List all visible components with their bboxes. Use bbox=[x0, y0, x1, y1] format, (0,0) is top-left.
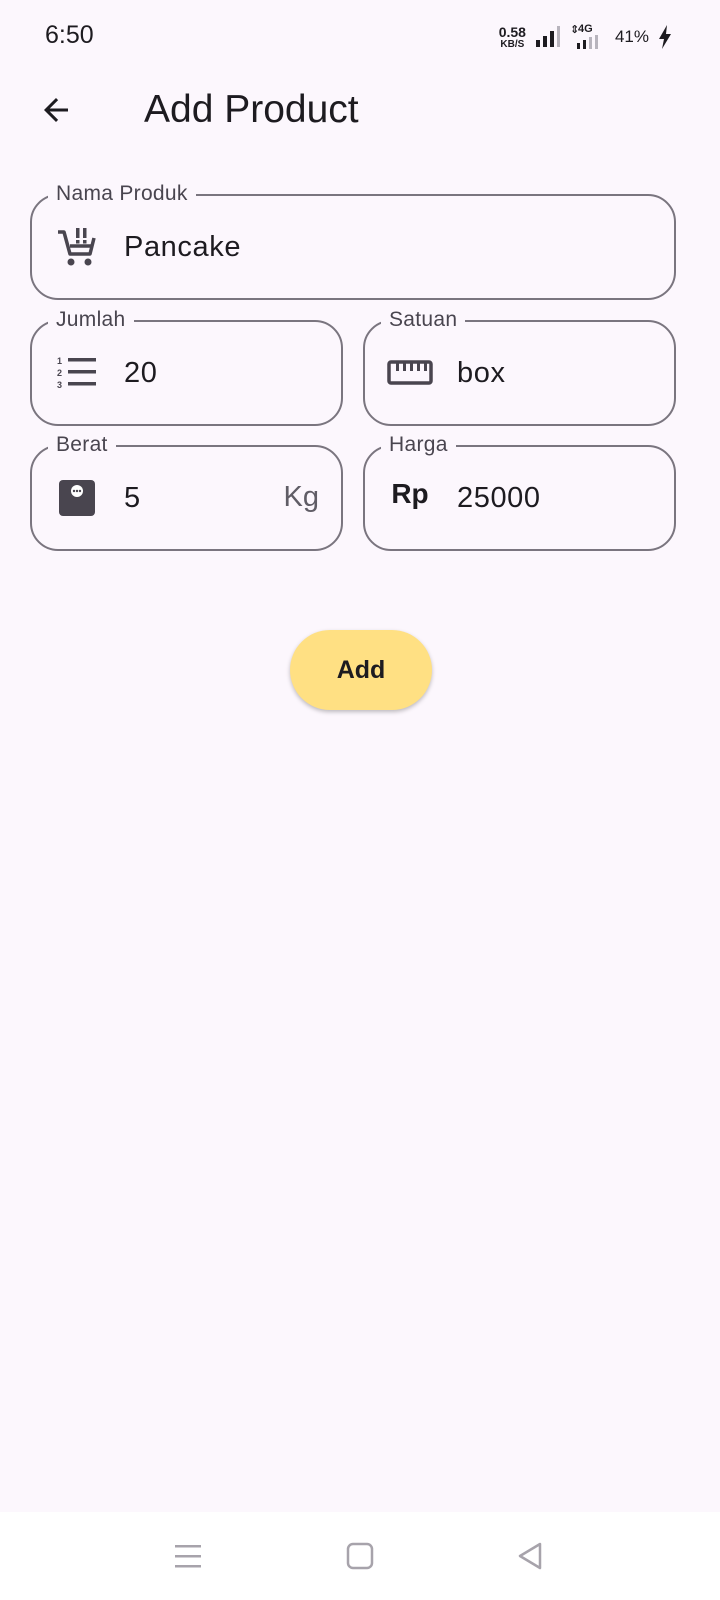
berat-input[interactable] bbox=[124, 447, 261, 549]
back-button[interactable] bbox=[30, 84, 82, 136]
menu-icon bbox=[175, 1545, 201, 1568]
arrow-back-icon bbox=[44, 98, 68, 122]
berat-unit-suffix: Kg bbox=[283, 481, 319, 513]
add-button[interactable]: Add bbox=[290, 630, 432, 710]
network-speed: 0.58 KB/S bbox=[499, 25, 526, 50]
numbered-list-icon: 1 2 3 bbox=[54, 350, 100, 396]
home-square-icon bbox=[346, 1542, 374, 1570]
battery-percent: 41% bbox=[614, 27, 649, 46]
status-icons: 0.58 KB/S ⇕ 4G 41% bbox=[499, 22, 672, 52]
harga-label: Harga bbox=[381, 431, 456, 459]
rupiah-prefix: Rp bbox=[391, 478, 429, 509]
jumlah-field[interactable]: Jumlah 1 2 3 bbox=[30, 306, 343, 426]
scale-icon bbox=[54, 475, 100, 521]
svg-text:2: 2 bbox=[57, 368, 62, 378]
network-speed-unit: KB/S bbox=[500, 38, 525, 50]
signal-icon bbox=[535, 26, 560, 47]
satuan-label: Satuan bbox=[381, 306, 466, 334]
nama-produk-input[interactable] bbox=[124, 196, 654, 298]
harga-field[interactable]: Harga Rp bbox=[363, 431, 676, 551]
app-bar: Add Product bbox=[0, 70, 720, 150]
satuan-input[interactable] bbox=[457, 322, 654, 424]
satuan-field[interactable]: Satuan bbox=[363, 306, 676, 426]
jumlah-input[interactable] bbox=[124, 322, 321, 424]
nama-produk-field[interactable]: Nama Produk bbox=[30, 180, 676, 300]
svg-text:3: 3 bbox=[57, 380, 62, 390]
status-bar: 6:50 0.58 KB/S ⇕ 4G 41% bbox=[0, 0, 720, 70]
network-type: 4G bbox=[577, 23, 593, 35]
home-button[interactable] bbox=[338, 1534, 382, 1578]
svg-text:1: 1 bbox=[57, 356, 62, 366]
system-nav-bar bbox=[0, 1512, 720, 1600]
cart-icon bbox=[54, 224, 100, 270]
status-time: 6:50 bbox=[45, 21, 94, 49]
currency-prefix: Rp bbox=[387, 471, 433, 517]
jumlah-label: Jumlah bbox=[48, 306, 134, 334]
network-speed-value: 0.58 bbox=[498, 23, 526, 40]
charging-icon bbox=[659, 25, 671, 49]
berat-field[interactable]: Berat Kg bbox=[30, 431, 343, 551]
menu-button[interactable] bbox=[166, 1534, 210, 1578]
harga-input[interactable] bbox=[457, 447, 654, 549]
signal-2-icon bbox=[576, 35, 598, 49]
berat-label: Berat bbox=[48, 431, 116, 459]
back-nav-button[interactable] bbox=[508, 1534, 552, 1578]
ruler-icon bbox=[387, 350, 433, 396]
page-title: Add Product bbox=[144, 88, 359, 131]
back-triangle-icon bbox=[518, 1542, 542, 1570]
mobile-data-indicator: ⇕ 4G bbox=[570, 23, 606, 49]
